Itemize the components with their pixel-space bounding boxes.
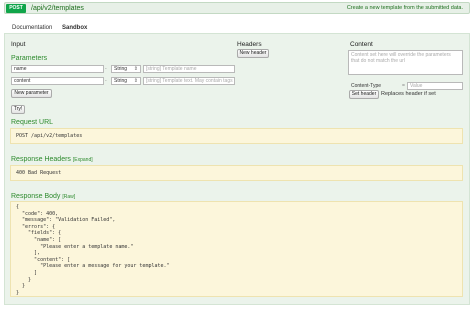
- code-line: "Please enter a template name.": [16, 243, 134, 250]
- raw-link[interactable]: [Raw]: [62, 194, 75, 200]
- response-headers-label: Response Headers: [11, 156, 71, 163]
- param-type-value: String: [114, 66, 128, 72]
- chevron-down-icon: ⇕: [133, 66, 138, 72]
- code-line: ],: [16, 250, 41, 257]
- content-textarea[interactable]: Content set here will override the param…: [348, 50, 463, 75]
- response-status: 400 Bad Request: [16, 170, 62, 176]
- request-url-value: POST /api/v2/templates: [16, 133, 83, 139]
- code-line: "content": [: [16, 256, 71, 263]
- code-line: "Please enter a message for your templat…: [16, 263, 170, 270]
- new-header-button[interactable]: New header: [237, 49, 269, 58]
- response-headers-title: Response Headers [Expand]: [11, 155, 93, 165]
- param-value-field[interactable]: [string] Template name: [143, 65, 235, 73]
- request-url-box: POST /api/v2/templates: [10, 128, 463, 144]
- param-value-field[interactable]: [string] Template text. May contain tags: [143, 77, 235, 85]
- endpoint-path[interactable]: /api/v2/templates: [31, 4, 84, 13]
- api-sandbox-page: POST /api/v2/templates Create a new temp…: [0, 0, 474, 311]
- request-url-title: Request URL: [11, 119, 54, 126]
- param-type-select[interactable]: String ⇕: [111, 77, 141, 85]
- content-column-title: Content: [350, 41, 373, 48]
- code-line: "code": 400,: [16, 210, 59, 217]
- code-line: {: [16, 204, 20, 210]
- response-body-box: { "code": 400, "message": "Validation Fa…: [10, 201, 463, 297]
- code-line: "message": "Validation Failed",: [16, 217, 116, 224]
- tab-documentation[interactable]: Documentation: [12, 24, 52, 32]
- try-button[interactable]: Try!: [11, 105, 25, 114]
- code-line: }: [16, 276, 32, 283]
- remove-param-icon[interactable]: -: [105, 77, 107, 85]
- param-name-field[interactable]: name: [11, 65, 104, 73]
- method-badge: POST: [6, 4, 26, 13]
- endpoint-header[interactable]: POST /api/v2/templates Create a new temp…: [4, 2, 470, 14]
- parameters-title: Parameters: [11, 55, 48, 62]
- code-line: }: [16, 289, 20, 296]
- code-line: ]: [16, 269, 38, 276]
- response-headers-box: 400 Bad Request: [10, 165, 463, 181]
- code-line: }: [16, 283, 26, 290]
- expand-link[interactable]: [Expand]: [73, 157, 93, 163]
- param-name-field[interactable]: content: [11, 77, 104, 85]
- tab-sandbox[interactable]: Sandbox: [62, 24, 87, 32]
- param-type-value: String: [114, 78, 128, 84]
- new-parameter-button[interactable]: New parameter: [11, 89, 52, 98]
- code-line: "name": [: [16, 236, 62, 243]
- equals-sign: =: [402, 83, 405, 89]
- set-header-button[interactable]: Set header: [349, 90, 379, 99]
- content-type-label: Content-Type: [351, 83, 382, 89]
- input-column-title: Input: [11, 41, 26, 48]
- content-type-value-field[interactable]: Value: [407, 82, 463, 90]
- response-body-label: Response Body: [11, 193, 61, 200]
- chevron-down-icon: ⇕: [133, 78, 138, 84]
- code-line: "errors": {: [16, 223, 56, 230]
- replaces-header-hint: Replaces header if set: [381, 91, 436, 97]
- endpoint-description: Create a new template from the submitted…: [346, 5, 463, 11]
- code-line: "fields": {: [16, 230, 62, 237]
- headers-column-title: Headers: [237, 41, 262, 48]
- remove-param-icon[interactable]: -: [105, 65, 107, 73]
- param-type-select[interactable]: String ⇕: [111, 65, 141, 73]
